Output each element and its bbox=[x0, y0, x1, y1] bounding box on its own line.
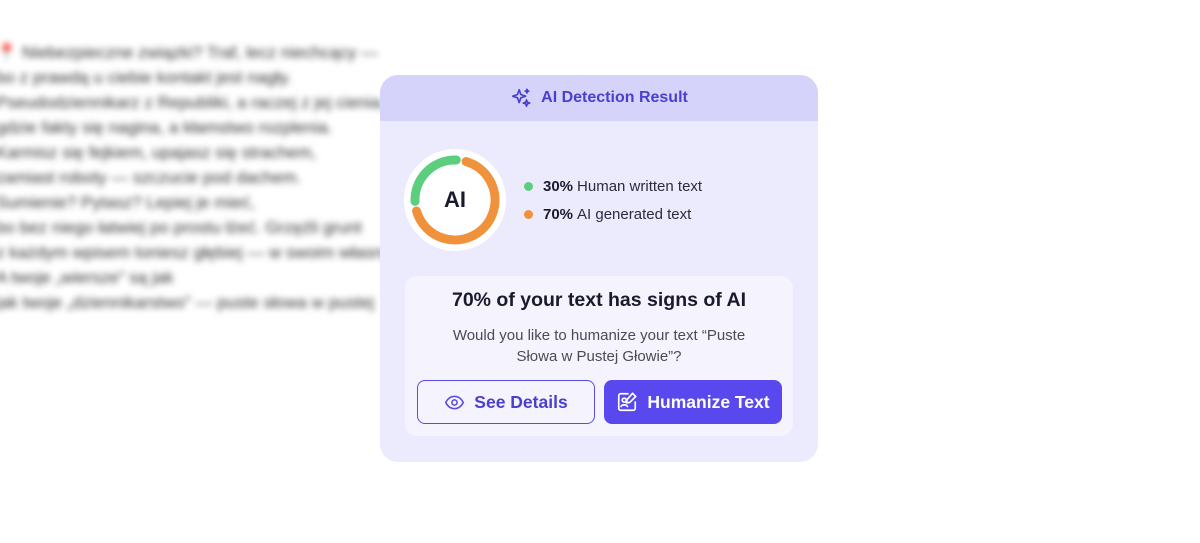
result-summary: AI 30% Human written text 70% AI generat… bbox=[404, 149, 702, 251]
background-line: bo z prawdą u ciebie kontakt jest nagły. bbox=[0, 68, 292, 87]
legend-label: AI generated text bbox=[577, 205, 692, 223]
result-headline: 70% of your text has signs of AI bbox=[451, 289, 746, 311]
action-buttons: See Details Humanize Text bbox=[417, 380, 782, 424]
red-pin-icon: 📍 bbox=[0, 43, 18, 62]
humanize-edit-icon bbox=[616, 391, 638, 413]
background-line: Pseudodziennikarz z Republiki, a raczej … bbox=[0, 93, 386, 112]
card-title: AI Detection Result bbox=[541, 89, 688, 106]
legend-item-human: 30% Human written text bbox=[524, 178, 702, 195]
card-header: AI Detection Result bbox=[380, 75, 818, 121]
humanize-question: Would you like to humanize your text “Pu… bbox=[452, 327, 746, 365]
legend-percent: 70% bbox=[543, 205, 574, 223]
humanize-prompt-panel: 70% of your text has signs of AI Would y… bbox=[405, 276, 793, 436]
legend-dot-orange bbox=[524, 209, 533, 219]
legend-item-ai: 70% AI generated text bbox=[524, 206, 702, 223]
background-line: gdzie fakty się nagina, a kłamstwo rozpl… bbox=[0, 118, 333, 137]
donut-center-label: AI bbox=[444, 187, 466, 212]
humanize-text-label: Humanize Text bbox=[647, 391, 770, 412]
legend-percent: 30% bbox=[543, 177, 574, 195]
see-details-label: See Details bbox=[474, 391, 568, 412]
ai-score-donut: AI bbox=[404, 149, 506, 251]
sparkles-icon bbox=[510, 87, 532, 109]
score-legend: 30% Human written text 70% AI generated … bbox=[524, 178, 702, 223]
background-line: bo bez niego łatwiej po prostu łżeć. Grz… bbox=[0, 218, 362, 237]
humanize-text-button[interactable]: Humanize Text bbox=[604, 380, 782, 424]
see-details-button[interactable]: See Details bbox=[417, 380, 595, 424]
background-line: jak twoje „dziennikarstwo” — puste słowa… bbox=[0, 293, 374, 312]
eye-icon bbox=[444, 392, 465, 413]
legend-dot-green bbox=[524, 181, 533, 191]
background-line: Karmisz się fejkiem, upajasz się strache… bbox=[0, 143, 317, 162]
background-line: zamiast roboty — szczucie pod dachem. bbox=[0, 168, 302, 187]
background-line: 📍 Niebezpieczne związki? Traf, lecz niec… bbox=[0, 40, 416, 65]
ai-detection-result-card: AI Detection Result AI 30% Human written… bbox=[380, 75, 818, 462]
legend-label: Human written text bbox=[577, 177, 703, 195]
background-line: z każdym wpisem toniesz głębiej — w swoi… bbox=[0, 243, 406, 262]
background-line: Sumienie? Pytasz? Lepiej je mieć, bbox=[0, 193, 255, 212]
background-document-text: 📍 Niebezpieczne związki? Traf, lecz niec… bbox=[0, 40, 416, 315]
background-line: A twoje „wiersze” są jak bbox=[0, 268, 174, 287]
